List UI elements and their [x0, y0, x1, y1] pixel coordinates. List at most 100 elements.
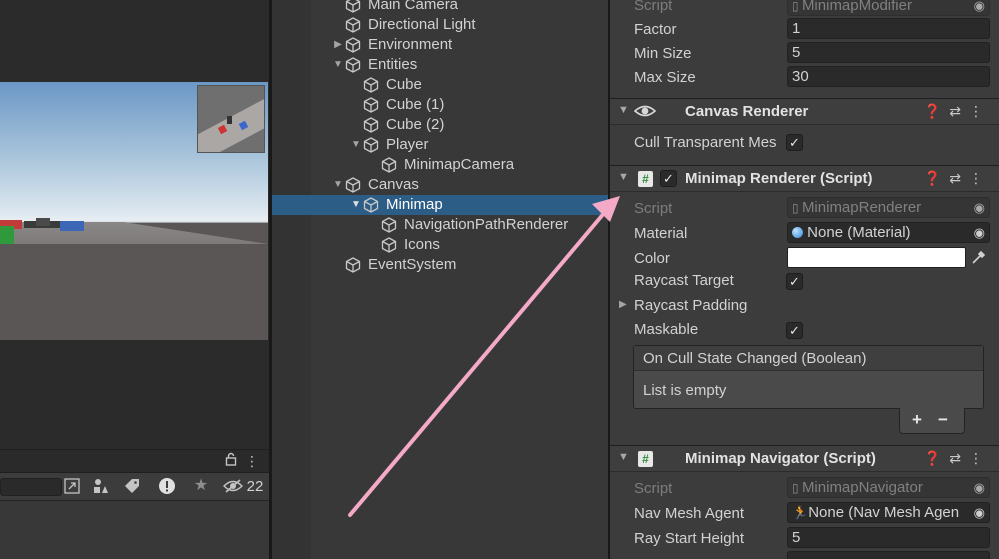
max-size-field[interactable]: 30 [787, 66, 990, 87]
hierarchy-item[interactable]: ▼ Canvas [272, 175, 608, 195]
project-content-area [0, 501, 269, 559]
gameobject-cube-icon [381, 157, 397, 173]
maskable-checkbox[interactable]: ✓ [786, 322, 803, 339]
expand-down-arrow-icon[interactable]: ▼ [332, 175, 344, 195]
hierarchy-item[interactable]: MinimapCamera [272, 155, 608, 175]
eyedropper-icon[interactable] [970, 250, 988, 266]
hierarchy-item[interactable]: Cube (1) [272, 95, 608, 115]
hierarchy-item-label: Directional Light [368, 16, 476, 33]
navigator-script-field[interactable]: ▯ MinimapNavigator ◉ [787, 477, 990, 498]
hierarchy-item-label: Icons [404, 236, 440, 253]
hierarchy-item[interactable]: Directional Light [272, 15, 608, 35]
hierarchy-item[interactable]: Icons [272, 235, 608, 255]
help-icon[interactable]: ❓ [924, 170, 949, 186]
eye-icon [633, 102, 657, 124]
nav-mesh-agent-field[interactable]: 🏃None (Nav Mesh Agen ◉ [787, 502, 990, 523]
canvas-renderer-title: Canvas Renderer [685, 103, 809, 120]
dark-object [36, 218, 50, 226]
component-header-icons: ❓⇄⋮ [924, 170, 991, 187]
event-empty-text: List is empty [643, 382, 727, 399]
object-picker-icon[interactable]: ◉ [974, 198, 985, 217]
color-swatch[interactable] [787, 247, 966, 268]
foldout-arrow-icon[interactable]: ▼ [618, 451, 629, 463]
search-scene-icon[interactable] [63, 478, 81, 498]
expand-down-arrow-icon[interactable]: ▼ [350, 195, 362, 215]
navigator-script-label: Script [634, 480, 673, 497]
raycast-padding-foldout-icon[interactable]: ▶ [619, 299, 627, 310]
hierarchy-item[interactable]: Cube [272, 75, 608, 95]
lock-icon[interactable] [223, 452, 239, 470]
navigator-script-value: MinimapNavigator [801, 479, 923, 496]
component-header-icons: ❓⇄⋮ [924, 450, 991, 467]
label-tag-icon[interactable] [122, 477, 142, 499]
event-list-controls: + − [899, 408, 965, 434]
foldout-arrow-icon[interactable]: ▼ [618, 104, 629, 116]
canvas-renderer-header[interactable]: ▼ Canvas Renderer ❓⇄⋮ [610, 98, 999, 125]
project-search-input[interactable] [0, 478, 62, 496]
ray-start-height-field[interactable]: 5 [787, 527, 990, 548]
help-icon[interactable]: ❓ [924, 103, 949, 119]
next-property-field[interactable] [787, 551, 990, 559]
component-menu-icon[interactable]: ⋮ [969, 103, 991, 119]
object-picker-icon[interactable]: ◉ [974, 223, 985, 242]
component-menu-icon[interactable]: ⋮ [969, 170, 991, 186]
presets-icon[interactable]: ⇄ [949, 170, 969, 186]
renderer-script-field[interactable]: ▯ MinimapRenderer ◉ [787, 197, 990, 218]
min-size-field[interactable]: 5 [787, 42, 990, 63]
factor-field[interactable]: 1 [787, 18, 990, 39]
raycast-target-label: Raycast Target [634, 272, 734, 289]
gameobject-cube-icon [381, 217, 397, 233]
hierarchy-item[interactable]: Cube (2) [272, 115, 608, 135]
hierarchy-item[interactable]: ▼ Entities [272, 55, 608, 75]
material-sphere-icon [792, 227, 803, 238]
kebab-menu-icon[interactable]: ⋮ [244, 452, 260, 470]
hierarchy-item[interactable]: ▶ Environment [272, 35, 608, 55]
component-enabled-checkbox[interactable]: ✓ [660, 170, 677, 187]
favorite-star-icon[interactable]: ★ [191, 477, 211, 495]
collapse-right-arrow-icon[interactable]: ▶ [332, 35, 344, 55]
hierarchy-item[interactable]: NavigationPathRenderer [272, 215, 608, 235]
minimap-renderer-title: Minimap Renderer (Script) [685, 170, 873, 187]
hierarchy-item-label: NavigationPathRenderer [404, 216, 569, 233]
inspector-panel: Script ▯ MinimapModifier ◉ Factor 1 Min … [610, 0, 999, 559]
hierarchy-item[interactable]: Main Camera [272, 0, 608, 15]
expand-down-arrow-icon[interactable]: ▼ [350, 135, 362, 155]
object-picker-icon[interactable]: ◉ [974, 0, 985, 15]
modifier-script-value: MinimapModifier [801, 0, 912, 14]
minimap-renderer-header[interactable]: ▼ # ✓ Minimap Renderer (Script) ❓⇄⋮ [610, 165, 999, 192]
hierarchy-item-label: Cube [386, 76, 422, 93]
hierarchy-item[interactable]: ▼ Minimap [272, 195, 608, 215]
expand-down-arrow-icon[interactable]: ▼ [332, 55, 344, 75]
cull-transparent-label: Cull Transparent Mes [634, 134, 777, 151]
nav-mesh-agent-label: Nav Mesh Agent [634, 505, 745, 522]
presets-icon[interactable]: ⇄ [949, 450, 969, 466]
prefab-filter-icon[interactable] [91, 477, 111, 499]
raycast-padding-label[interactable]: Raycast Padding [634, 297, 747, 314]
on-cull-state-changed-event: On Cull State Changed (Boolean) List is … [633, 345, 984, 409]
hierarchy-item[interactable]: EventSystem [272, 255, 608, 275]
presets-icon[interactable]: ⇄ [949, 103, 969, 119]
cull-transparent-checkbox[interactable]: ✓ [786, 134, 803, 151]
hidden-eye-icon[interactable] [223, 478, 243, 498]
material-field[interactable]: None (Material) ◉ [787, 222, 990, 243]
minimap-navigator-header[interactable]: ▼ # Minimap Navigator (Script) ❓⇄⋮ [610, 445, 999, 472]
remove-listener-button[interactable]: − [938, 410, 948, 430]
add-listener-button[interactable]: + [912, 410, 922, 430]
object-picker-icon[interactable]: ◉ [974, 478, 985, 497]
help-icon[interactable]: ❓ [924, 450, 949, 466]
gameobject-cube-icon [363, 97, 379, 113]
object-picker-icon[interactable]: ◉ [974, 503, 985, 522]
hierarchy-panel: Main Camera Directional Light ▶ Environment… [272, 0, 608, 559]
minimap-player-marker [227, 116, 232, 124]
color-label: Color [634, 250, 670, 267]
scene-panel: ⋮ ★ 22 [0, 0, 269, 559]
error-icon[interactable] [157, 477, 177, 499]
hierarchy-item-label: MinimapCamera [404, 156, 515, 173]
renderer-script-label: Script [634, 200, 673, 217]
modifier-script-field[interactable]: ▯ MinimapModifier ◉ [787, 0, 990, 16]
script-file-icon: ▯ [792, 0, 802, 13]
component-menu-icon[interactable]: ⋮ [969, 450, 991, 466]
foldout-arrow-icon[interactable]: ▼ [618, 171, 629, 183]
hierarchy-item[interactable]: ▼ Player [272, 135, 608, 155]
raycast-target-checkbox[interactable]: ✓ [786, 273, 803, 290]
